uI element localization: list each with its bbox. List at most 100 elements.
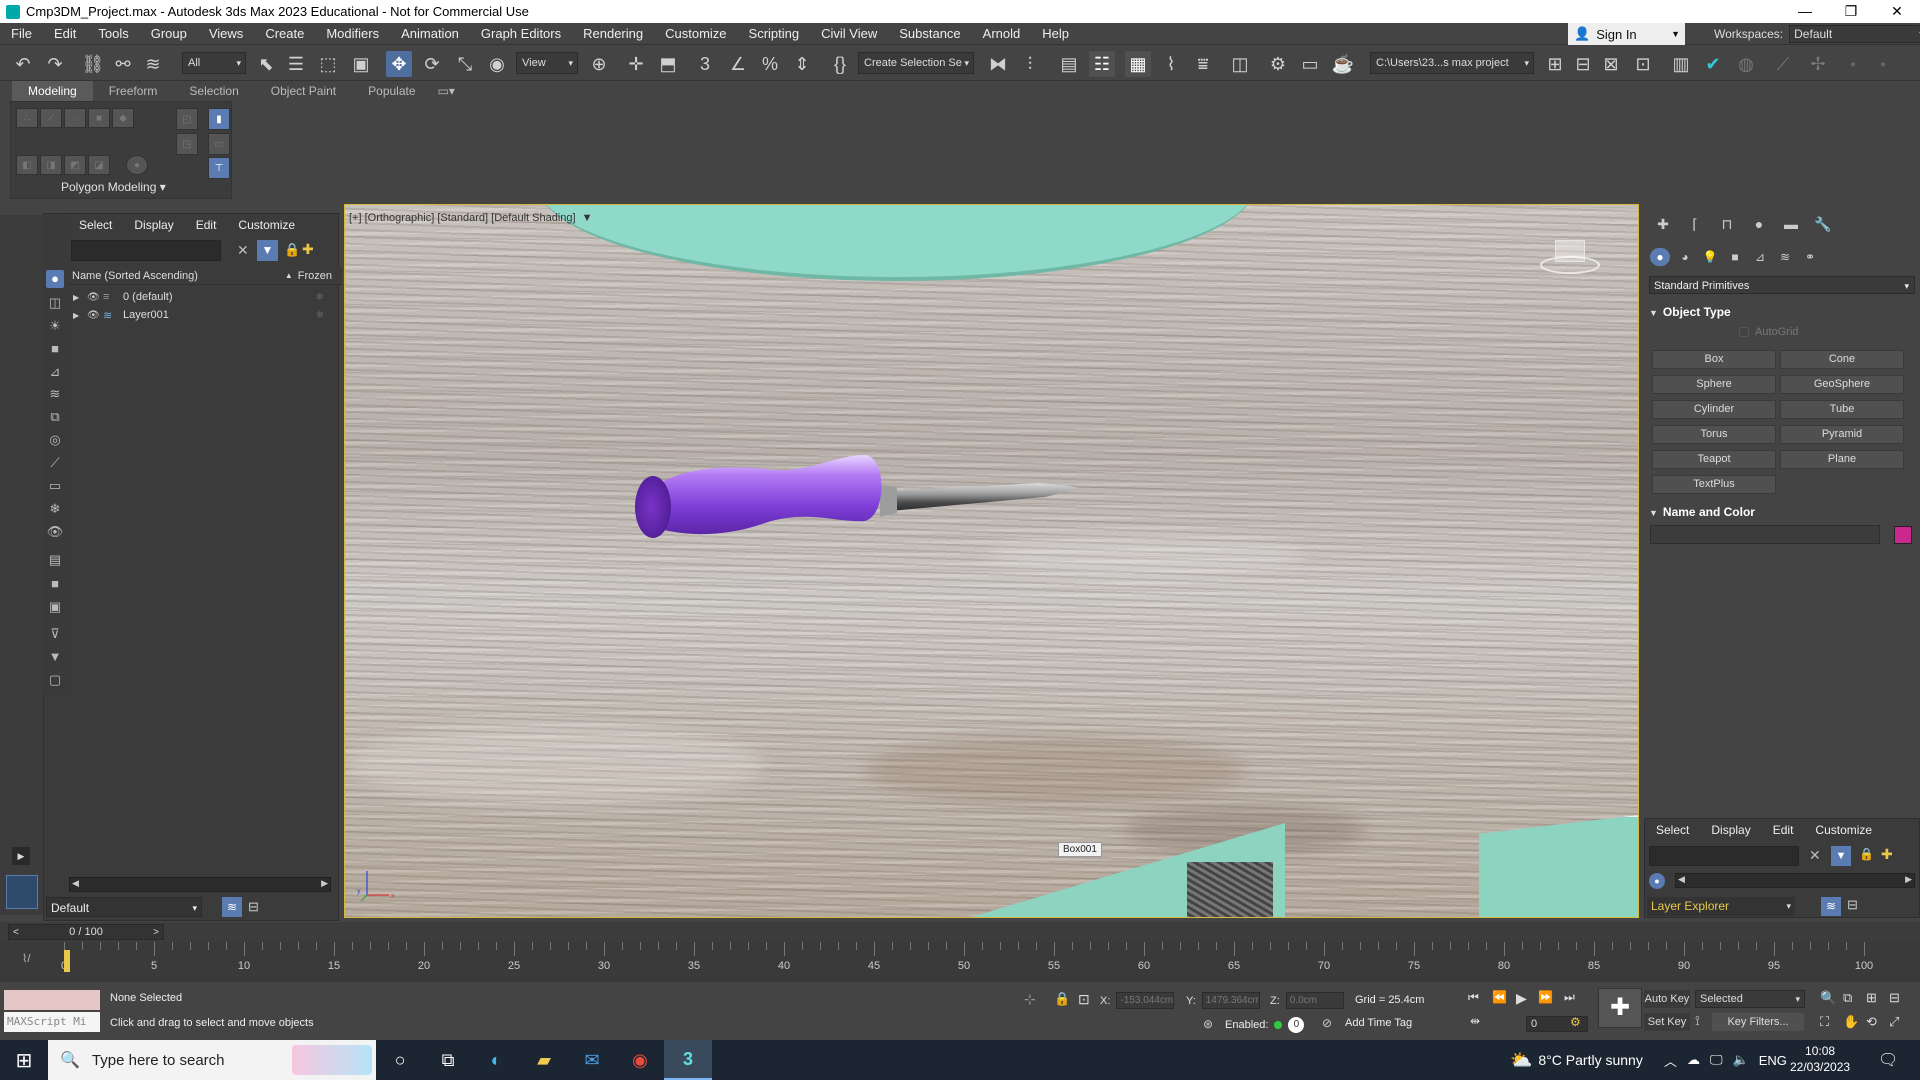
visibility-eye-icon[interactable]: 👁 bbox=[87, 310, 101, 321]
lock-icon[interactable]: 🔒 bbox=[1859, 847, 1874, 861]
link-icon[interactable]: ⛓ bbox=[80, 51, 106, 77]
sort-by-layer-icon[interactable]: ≋ bbox=[1821, 897, 1841, 916]
window-crossing-icon[interactable]: ▣ bbox=[348, 51, 374, 77]
display-space-warps-icon[interactable]: ≋ bbox=[46, 385, 64, 403]
menu-scripting[interactable]: Scripting bbox=[738, 26, 811, 41]
add-layer-icon[interactable]: ✚ bbox=[302, 241, 314, 258]
menu-graph-editors[interactable]: Graph Editors bbox=[470, 26, 572, 41]
screwdriver-handle-end[interactable] bbox=[635, 476, 671, 538]
modify-tab-icon[interactable]: ⌈ bbox=[1684, 216, 1706, 236]
tab-populate[interactable]: Populate bbox=[352, 81, 431, 101]
bind-space-warp-icon[interactable]: ≋ bbox=[140, 51, 166, 77]
rectangular-selection-icon[interactable]: ⬚ bbox=[315, 51, 341, 77]
layer-menu-customize[interactable]: Customize bbox=[1804, 823, 1883, 837]
curve-editor-toggle-icon[interactable]: ⌇/ bbox=[22, 952, 30, 965]
display-tab-icon[interactable]: ▬ bbox=[1780, 216, 1802, 236]
scene-menu-display[interactable]: Display bbox=[123, 218, 184, 232]
modify-selection-icon[interactable]: ◰ bbox=[176, 108, 198, 130]
bowl-object[interactable] bbox=[537, 205, 1257, 281]
next-frame-icon[interactable]: > bbox=[153, 925, 159, 940]
by-angle-icon[interactable]: ◩ bbox=[64, 155, 86, 175]
maximize-button[interactable]: ❐ bbox=[1828, 0, 1874, 23]
menu-group[interactable]: Group bbox=[140, 26, 198, 41]
clear-search-icon[interactable]: ✕ bbox=[237, 242, 249, 259]
3ds-max-taskbar-icon[interactable]: 3 bbox=[664, 1040, 712, 1080]
edge-icon[interactable]: ⟋ bbox=[40, 108, 62, 128]
file-explorer-icon[interactable]: ▰ bbox=[520, 1040, 568, 1080]
volume-icon[interactable]: 🔈 bbox=[1733, 1052, 1749, 1068]
polygon-modeling-label[interactable]: Polygon Modeling ▾ bbox=[61, 180, 166, 194]
rendered-frame-window-icon[interactable]: ▭ bbox=[1297, 51, 1323, 77]
show-hidden-icons-icon[interactable]: ︿ bbox=[1664, 1051, 1677, 1070]
edit-named-selection-icon[interactable]: {} bbox=[827, 51, 853, 77]
project-folder-select[interactable]: C:\Users\23...s max project bbox=[1370, 52, 1534, 74]
element-icon[interactable]: ◆ bbox=[112, 108, 134, 128]
enabled-toggle[interactable]: Enabled: 0 bbox=[1225, 1017, 1305, 1033]
current-frame-marker[interactable] bbox=[64, 950, 70, 972]
key-mode-toggle-icon[interactable]: ⇹ bbox=[1470, 1014, 1480, 1028]
select-and-move-icon[interactable]: ✥ bbox=[386, 51, 412, 77]
pin-stack-icon[interactable]: ⊤ bbox=[208, 157, 230, 179]
primitive-category-select[interactable]: Standard Primitives bbox=[1649, 276, 1915, 295]
selection-filter-select[interactable]: All bbox=[182, 52, 246, 74]
folder-icon[interactable]: ▢ bbox=[46, 671, 64, 689]
snaps-toggle-icon[interactable]: 3 bbox=[692, 51, 718, 77]
shrink-icon[interactable]: ▭ bbox=[208, 133, 230, 155]
dot-icon[interactable]: ● bbox=[1870, 51, 1896, 77]
taskbar-search-input[interactable]: 🔍 Type here to search bbox=[48, 1040, 376, 1080]
display-lights-icon[interactable]: ☀ bbox=[46, 317, 64, 335]
funnel-icon[interactable]: ▼ bbox=[46, 648, 64, 666]
pan-hand-icon[interactable]: ✋ bbox=[1843, 1014, 1859, 1030]
create-from-selection-icon[interactable]: ⊠ bbox=[1598, 51, 1624, 77]
scene-search-input[interactable] bbox=[71, 240, 221, 261]
menu-civil-view[interactable]: Civil View bbox=[810, 26, 888, 41]
sphere-button[interactable]: Sphere bbox=[1652, 375, 1776, 394]
key-filters-button[interactable]: Key Filters... bbox=[1712, 1013, 1804, 1031]
named-selection-set-select[interactable]: Create Selection Se bbox=[858, 52, 974, 74]
x-field[interactable]: -153.044cm bbox=[1116, 992, 1175, 1009]
polygon-icon[interactable]: ■ bbox=[88, 108, 110, 128]
display-hidden-icon[interactable]: 👁 bbox=[46, 523, 64, 541]
menu-edit[interactable]: Edit bbox=[43, 26, 87, 41]
menu-animation[interactable]: Animation bbox=[390, 26, 470, 41]
display-shapes-icon[interactable]: ◫ bbox=[46, 294, 64, 312]
windows-start-icon[interactable]: ⊞ bbox=[0, 1040, 48, 1080]
object-type-rollout[interactable]: ▼ Object Type bbox=[1649, 305, 1915, 319]
invert-display-icon[interactable]: ▣ bbox=[46, 598, 64, 616]
viewport-label[interactable]: [+] [Orthographic] [Standard] [Default S… bbox=[349, 212, 592, 224]
go-to-start-icon[interactable]: ⏮ bbox=[1468, 990, 1479, 1005]
filter-icon[interactable]: ▼ bbox=[257, 240, 278, 261]
cameras-icon[interactable]: ■ bbox=[1725, 248, 1745, 266]
auto-key-button[interactable]: Auto Key bbox=[1644, 990, 1690, 1008]
redo-icon[interactable]: ↷ bbox=[42, 51, 68, 77]
key-mode-select[interactable]: Selected bbox=[1695, 990, 1805, 1008]
horizontal-scrollbar[interactable]: ◀ ▶ bbox=[69, 877, 331, 892]
screwdriver-object[interactable] bbox=[625, 445, 1105, 565]
zoom-extents-all-icon[interactable]: ⊟ bbox=[1889, 990, 1900, 1006]
shrink-selection-icon[interactable]: ◪ bbox=[88, 155, 110, 175]
orbit-icon[interactable]: ⟲ bbox=[1866, 1014, 1877, 1030]
set-keys-button[interactable]: ✚ bbox=[1598, 988, 1642, 1028]
go-to-end-icon[interactable]: ⏭ bbox=[1564, 990, 1575, 1005]
name-and-color-rollout[interactable]: ▼ Name and Color bbox=[1649, 505, 1915, 519]
display-frozen-icon[interactable]: ❄ bbox=[46, 500, 64, 518]
absolute-mode-icon[interactable]: ⊡ bbox=[1078, 991, 1090, 1008]
unlink-icon[interactable]: ⚯ bbox=[110, 51, 136, 77]
open-project-icon[interactable]: ⊞ bbox=[1542, 51, 1568, 77]
display-containers-icon[interactable]: ▭ bbox=[46, 477, 64, 495]
menu-customize[interactable]: Customize bbox=[654, 26, 737, 41]
time-configuration-icon[interactable]: ⚙ bbox=[1570, 1015, 1581, 1029]
display-xrefs-icon[interactable]: ◎ bbox=[46, 431, 64, 449]
time-slider[interactable]: < 0 / 100 > bbox=[0, 922, 1920, 942]
menu-modifiers[interactable]: Modifiers bbox=[315, 26, 390, 41]
zoom-all-icon[interactable]: ⧉ bbox=[1843, 990, 1852, 1006]
spinner-snap-icon[interactable]: ⇕ bbox=[789, 51, 815, 77]
vertex-icon[interactable]: ∴ bbox=[16, 108, 38, 128]
display-cameras-icon[interactable]: ■ bbox=[46, 340, 64, 358]
freeze-icon[interactable]: ❄ bbox=[316, 292, 324, 303]
add-time-tag[interactable]: Add Time Tag bbox=[1345, 1017, 1412, 1029]
loop-icon[interactable]: ● bbox=[126, 155, 148, 175]
menu-help[interactable]: Help bbox=[1031, 26, 1080, 41]
select-by-name-icon[interactable]: ☰ bbox=[283, 51, 309, 77]
viewport-layout-icon[interactable] bbox=[6, 875, 38, 909]
